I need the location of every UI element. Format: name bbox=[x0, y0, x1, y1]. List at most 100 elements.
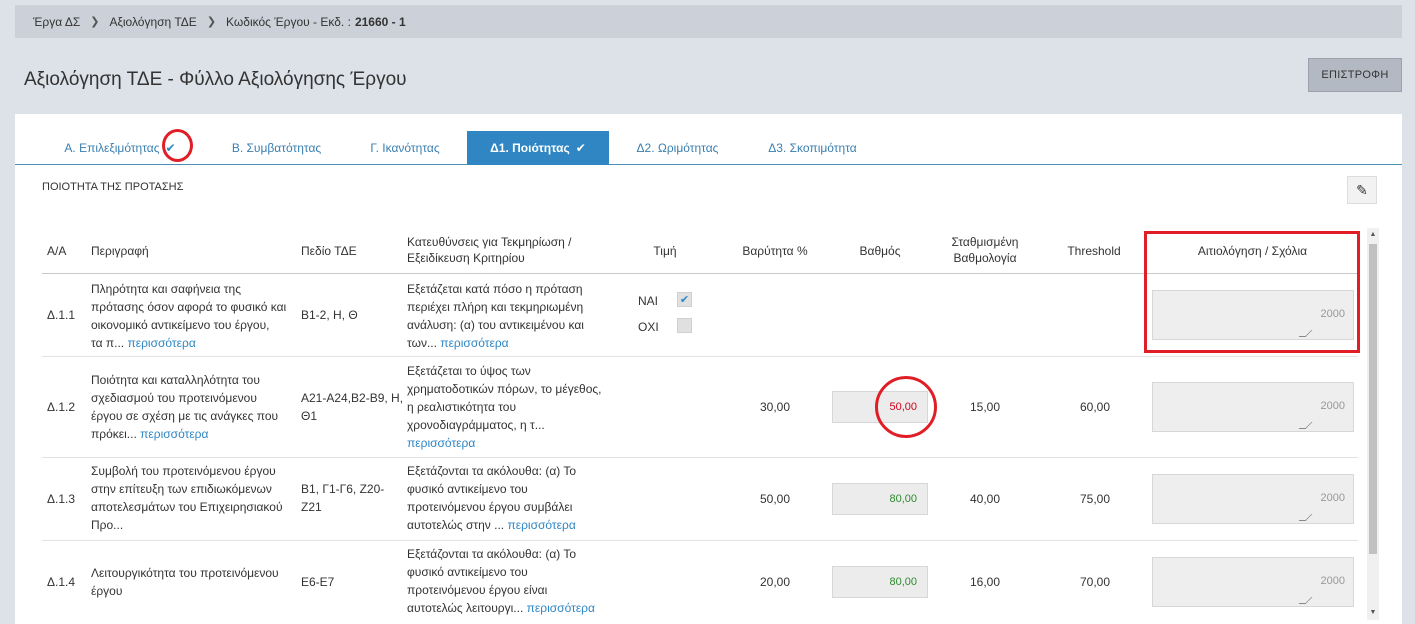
tab-label: Α. Επιλεξιμότητας bbox=[64, 141, 160, 155]
guidance-line: Εξετάζεται το ύψος των bbox=[407, 364, 531, 378]
description-line: τα π... bbox=[91, 336, 125, 350]
row-weighted-score: 15,00 bbox=[969, 400, 1001, 414]
row-guidance: Εξετάζεται κατά πόσο η πρόταση περιέχει … bbox=[407, 280, 617, 352]
col-header-guidance: Κατευθύνσεις για Τεκμηρίωση / Εξειδίκευσ… bbox=[407, 234, 572, 266]
tab-label: Δ2. Ωριμότητας bbox=[636, 141, 719, 155]
resize-handle[interactable] bbox=[1298, 514, 1313, 521]
tab-expediency[interactable]: Δ3. Σκοπιμότητα bbox=[755, 131, 870, 165]
field-line: Ζ21 bbox=[301, 500, 322, 514]
resize-handle[interactable] bbox=[1298, 597, 1313, 604]
description-line: πρόκει... bbox=[91, 427, 137, 441]
row-aa: Δ.1.1 bbox=[47, 308, 76, 322]
edit-button[interactable]: ✎ bbox=[1347, 176, 1377, 204]
row-divider bbox=[42, 457, 1358, 458]
row-description: Ποιότητα και καταλληλότητα του σχεδιασμο… bbox=[91, 371, 296, 443]
description-line: σχεδιασμού του προτεινόμενου bbox=[91, 391, 257, 405]
tab-label: Δ3. Σκοπιμότητα bbox=[768, 141, 857, 155]
tab-maturity[interactable]: Δ2. Ωριμότητας bbox=[625, 131, 730, 165]
row-threshold: 70,00 bbox=[1079, 575, 1111, 589]
row-weighted-score: 40,00 bbox=[969, 492, 1001, 506]
field-line: Θ1 bbox=[301, 409, 318, 423]
row-divider bbox=[42, 356, 1358, 357]
table-scrollbar[interactable]: ▲ ▼ bbox=[1367, 228, 1379, 620]
section-title: ΠΟΙΟΤΗΤΑ ΤΗΣ ΠΡΟΤΑΣΗΣ bbox=[42, 181, 184, 193]
description-line: έργου bbox=[91, 584, 123, 598]
row-weight: 50,00 bbox=[759, 492, 791, 506]
description-line: έργου σε σχέση με τις ανάγκες που bbox=[91, 409, 279, 423]
breadcrumb-item-evaluation[interactable]: Αξιολόγηση ΤΔΕ bbox=[110, 15, 197, 29]
row-guidance: Εξετάζονται τα ακόλουθα: (α) Το φυσικό α… bbox=[407, 462, 617, 534]
more-link[interactable]: περισσότερα bbox=[440, 336, 508, 350]
comment-textarea[interactable]: 2000 bbox=[1152, 382, 1354, 432]
tab-quality[interactable]: Δ1. Ποιότητας ✔ bbox=[467, 131, 609, 165]
comment-textarea[interactable]: 2000 bbox=[1152, 474, 1354, 524]
more-link[interactable]: περισσότερα bbox=[140, 427, 208, 441]
tab-capability[interactable]: Γ. Ικανότητας bbox=[360, 131, 450, 165]
col-header-description: Περιγραφή bbox=[91, 244, 149, 258]
row-description: Πληρότητα και σαφήνεια της πρότασης όσον… bbox=[91, 280, 296, 352]
tab-label: Γ. Ικανότητας bbox=[370, 141, 440, 155]
tab-label: Δ1. Ποιότητας bbox=[490, 141, 570, 155]
guidance-line: Εξετάζεται κατά πόσο η πρόταση bbox=[407, 282, 583, 296]
more-link[interactable]: περισσότερα bbox=[527, 601, 595, 615]
guidance-line: ανάλυση: (α) του αντικειμένου και bbox=[407, 318, 584, 332]
chevron-right-icon: ❯ bbox=[206, 16, 217, 28]
row-aa: Δ.1.3 bbox=[47, 492, 76, 506]
guidance-line: Εξετάζονται τα ακόλουθα: (α) Το bbox=[407, 464, 577, 478]
scroll-thumb[interactable] bbox=[1369, 244, 1377, 554]
guidance-line: αυτοτελώς λειτουργι... bbox=[407, 601, 524, 615]
breadcrumb-item-projects[interactable]: Έργα ΔΣ bbox=[33, 15, 80, 29]
score-input[interactable]: 80,00 bbox=[832, 483, 928, 515]
description-line: Ποιότητα και καταλληλότητα του bbox=[91, 373, 260, 387]
col-header-weighted-line: Σταθμισμένη bbox=[951, 235, 1019, 249]
resize-handle[interactable] bbox=[1298, 422, 1313, 429]
row-aa: Δ.1.4 bbox=[47, 575, 76, 589]
value-no-checkbox[interactable] bbox=[677, 318, 692, 333]
description-line: αποτελεσμάτων του Επιχειρησιακού bbox=[91, 500, 283, 514]
scroll-up-icon[interactable]: ▲ bbox=[1367, 231, 1379, 239]
guidance-line: Εξετάζονται τα ακόλουθα: (α) Το bbox=[407, 547, 577, 561]
annotation-circle bbox=[162, 129, 193, 162]
row-threshold: 75,00 bbox=[1079, 492, 1111, 506]
more-link[interactable]: περισσότερα bbox=[507, 518, 575, 532]
description-line: Συμβολή του προτεινόμενου έργου bbox=[91, 464, 276, 478]
comment-textarea[interactable]: 2000 bbox=[1152, 557, 1354, 607]
char-counter: 2000 bbox=[1320, 492, 1345, 504]
more-link[interactable]: περισσότερα bbox=[127, 336, 195, 350]
field-line: Α21-Α24,Β2-Β9, Η, bbox=[301, 391, 404, 405]
description-line: στην επίτευξη των επιδιωκόμενων bbox=[91, 482, 272, 496]
more-link[interactable]: περισσότερα bbox=[407, 436, 475, 450]
guidance-line: προτεινόμενου έργου συμβάλει bbox=[407, 500, 573, 514]
col-header-aa: Α/Α bbox=[47, 244, 67, 258]
description-line: Λειτουργικότητα του προτεινόμενου bbox=[91, 566, 279, 580]
annotation-rectangle bbox=[1144, 231, 1360, 353]
row-weight: 20,00 bbox=[759, 575, 791, 589]
breadcrumb: Έργα ΔΣ ❯ Αξιολόγηση ΤΔΕ ❯ Κωδικός Έργου… bbox=[15, 5, 1402, 38]
tab-label: Β. Συμβατότητας bbox=[231, 141, 322, 155]
check-icon: ✔ bbox=[679, 294, 690, 306]
description-line: οικονομικό αντικείμενο του έργου, bbox=[91, 318, 270, 332]
annotation-circle bbox=[875, 376, 937, 438]
col-header-weighted: Σταθμισμένη Βαθμολογία bbox=[935, 234, 1035, 266]
row-field: Ε6-Ε7 bbox=[301, 575, 335, 589]
row-aa: Δ.1.2 bbox=[47, 400, 76, 414]
row-guidance: Εξετάζεται το ύψος των χρηματοδοτικών πό… bbox=[407, 362, 617, 452]
description-line: Προ... bbox=[91, 518, 124, 532]
tab-compatibility[interactable]: Β. Συμβατότητας bbox=[219, 131, 334, 165]
pencil-icon: ✎ bbox=[1356, 181, 1368, 198]
back-button[interactable]: ΕΠΙΣΤΡΟΦΗ bbox=[1308, 58, 1402, 92]
row-guidance: Εξετάζονται τα ακόλουθα: (α) Το φυσικό α… bbox=[407, 545, 617, 617]
guidance-line: η ρεαλιστικότητα του bbox=[407, 400, 517, 414]
row-weight: 30,00 bbox=[759, 400, 791, 414]
page-title: Αξιολόγηση ΤΔΕ - Φύλλο Αξιολόγησης Έργου bbox=[24, 69, 407, 90]
value-yes-checkbox[interactable]: ✔ bbox=[677, 292, 692, 307]
scroll-down-icon[interactable]: ▼ bbox=[1367, 609, 1379, 617]
col-header-field: Πεδίο ΤΔΕ bbox=[301, 244, 357, 258]
row-description: Συμβολή του προτεινόμενου έργου στην επί… bbox=[91, 462, 296, 534]
col-header-score: Βαθμός bbox=[859, 244, 901, 258]
score-input[interactable]: 80,00 bbox=[832, 566, 928, 598]
value-no-label: ΟΧΙ bbox=[638, 320, 659, 334]
guidance-line: χρονοδιαγράμματος, η τ... bbox=[407, 418, 545, 432]
char-counter: 2000 bbox=[1320, 400, 1345, 412]
value-yes-label: ΝΑΙ bbox=[638, 294, 659, 308]
